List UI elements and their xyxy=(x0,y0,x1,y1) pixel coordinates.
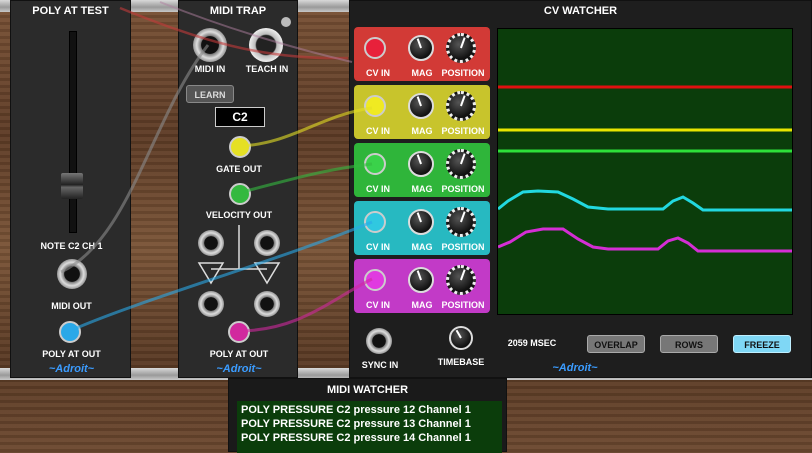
mag-knob[interactable] xyxy=(408,267,434,293)
learn-button[interactable]: LEARN xyxy=(186,85,234,103)
log-line: POLY PRESSURE C2 pressure 12 Channel 1 xyxy=(241,404,471,416)
timebase-knob[interactable] xyxy=(449,326,473,350)
position-label: POSITION xyxy=(441,68,485,78)
module-title: MIDI WATCHER xyxy=(326,384,409,396)
trigger-in-jack-right[interactable] xyxy=(254,230,280,256)
position-label: POSITION xyxy=(441,184,485,194)
cv-channel-row: CV IN MAG POSITION xyxy=(354,85,490,139)
log-line: POLY PRESSURE C2 pressure 14 Channel 1 xyxy=(241,432,471,444)
cv-in-label: CV IN xyxy=(365,242,390,252)
poly-at-out-label: POLY AT OUT xyxy=(42,349,101,359)
timebase-label: TIMEBASE xyxy=(437,357,485,367)
position-knob[interactable] xyxy=(446,207,476,237)
teach-in-din-jack[interactable] xyxy=(249,28,283,62)
freeze-button[interactable]: FREEZE xyxy=(733,335,791,353)
poly-at-test-module: POLY AT TEST NOTE C2 CH 1 MIDI OUT POLY … xyxy=(10,0,131,378)
note-label: NOTE C2 CH 1 xyxy=(40,241,103,251)
trigger-out-jack-right[interactable] xyxy=(254,291,280,317)
module-title: MIDI TRAP xyxy=(209,5,267,17)
position-label: POSITION xyxy=(441,126,485,136)
cv-in-label: CV IN xyxy=(365,68,390,78)
cv-channel-row: CV IN MAG POSITION xyxy=(354,143,490,197)
cv-in-label: CV IN xyxy=(365,126,390,136)
note-slider-track xyxy=(69,31,77,233)
sync-in-jack[interactable] xyxy=(366,328,392,354)
adroit-logo: ~Adroit~ xyxy=(216,363,262,375)
msec-readout: 2059 MSEC xyxy=(507,338,557,348)
velocity-out-label: VELOCITY OUT xyxy=(205,210,273,220)
mag-label: MAG xyxy=(411,300,433,310)
cv-in-jack[interactable] xyxy=(364,211,386,233)
midi-log: POLY PRESSURE C2 pressure 12 Channel 1 P… xyxy=(237,401,502,453)
mag-label: MAG xyxy=(411,184,433,194)
poly-at-out-label: POLY AT OUT xyxy=(209,349,269,359)
midi-out-label: MIDI OUT xyxy=(51,301,92,311)
position-label: POSITION xyxy=(441,300,485,310)
cv-channel-row: CV IN MAG POSITION xyxy=(354,259,490,313)
cv-in-jack[interactable] xyxy=(364,269,386,291)
mag-label: MAG xyxy=(411,68,433,78)
mag-knob[interactable] xyxy=(408,35,434,61)
note-display: C2 xyxy=(215,107,265,127)
module-title: POLY AT TEST xyxy=(32,5,109,17)
midi-watcher-module: MIDI WATCHER POLY PRESSURE C2 pressure 1… xyxy=(228,378,507,453)
midi-out-jack[interactable] xyxy=(57,259,87,289)
position-knob[interactable] xyxy=(446,33,476,63)
module-title: CV WATCHER xyxy=(543,5,618,17)
screw xyxy=(281,17,291,27)
adroit-logo: ~Adroit~ xyxy=(48,363,95,375)
cv-in-jack[interactable] xyxy=(364,37,386,59)
note-slider-handle[interactable] xyxy=(61,173,83,199)
mag-knob[interactable] xyxy=(408,93,434,119)
poly-at-out-jack[interactable] xyxy=(59,321,81,343)
midi-in-jack[interactable] xyxy=(193,28,227,62)
scope-display xyxy=(497,28,793,315)
mag-label: MAG xyxy=(411,242,433,252)
sync-in-label: SYNC IN xyxy=(361,360,399,370)
position-knob[interactable] xyxy=(446,91,476,121)
trace-magenta xyxy=(497,227,792,253)
cv-in-jack[interactable] xyxy=(364,95,386,117)
overlap-button[interactable]: OVERLAP xyxy=(587,335,645,353)
scope-traces xyxy=(497,85,792,253)
position-knob[interactable] xyxy=(446,149,476,179)
mag-knob[interactable] xyxy=(408,151,434,177)
rows-button[interactable]: ROWS xyxy=(660,335,718,353)
midi-trap-module: MIDI TRAP MIDI IN TEACH IN LEARN C2 GATE… xyxy=(178,0,298,378)
poly-at-out-jack[interactable] xyxy=(228,321,250,343)
cv-channel-row: CV IN MAG POSITION xyxy=(354,201,490,255)
mag-label: MAG xyxy=(411,126,433,136)
mag-knob[interactable] xyxy=(408,209,434,235)
log-line: POLY PRESSURE C2 pressure 13 Channel 1 xyxy=(241,418,471,430)
trace-cyan xyxy=(497,189,792,212)
teach-in-label: TEACH IN xyxy=(245,64,289,74)
gate-out-jack[interactable] xyxy=(229,136,251,158)
position-knob[interactable] xyxy=(446,265,476,295)
cv-channel-row: CV IN MAG POSITION xyxy=(354,27,490,81)
cv-in-label: CV IN xyxy=(365,300,390,310)
trigger-out-jack-left[interactable] xyxy=(198,291,224,317)
adroit-logo: ~Adroit~ xyxy=(552,362,598,374)
trigger-in-jack-left[interactable] xyxy=(198,230,224,256)
gate-out-label: GATE OUT xyxy=(216,164,262,174)
midi-in-label: MIDI IN xyxy=(194,64,226,74)
velocity-out-jack[interactable] xyxy=(229,183,251,205)
cv-in-label: CV IN xyxy=(365,184,390,194)
position-label: POSITION xyxy=(441,242,485,252)
cv-in-jack[interactable] xyxy=(364,153,386,175)
